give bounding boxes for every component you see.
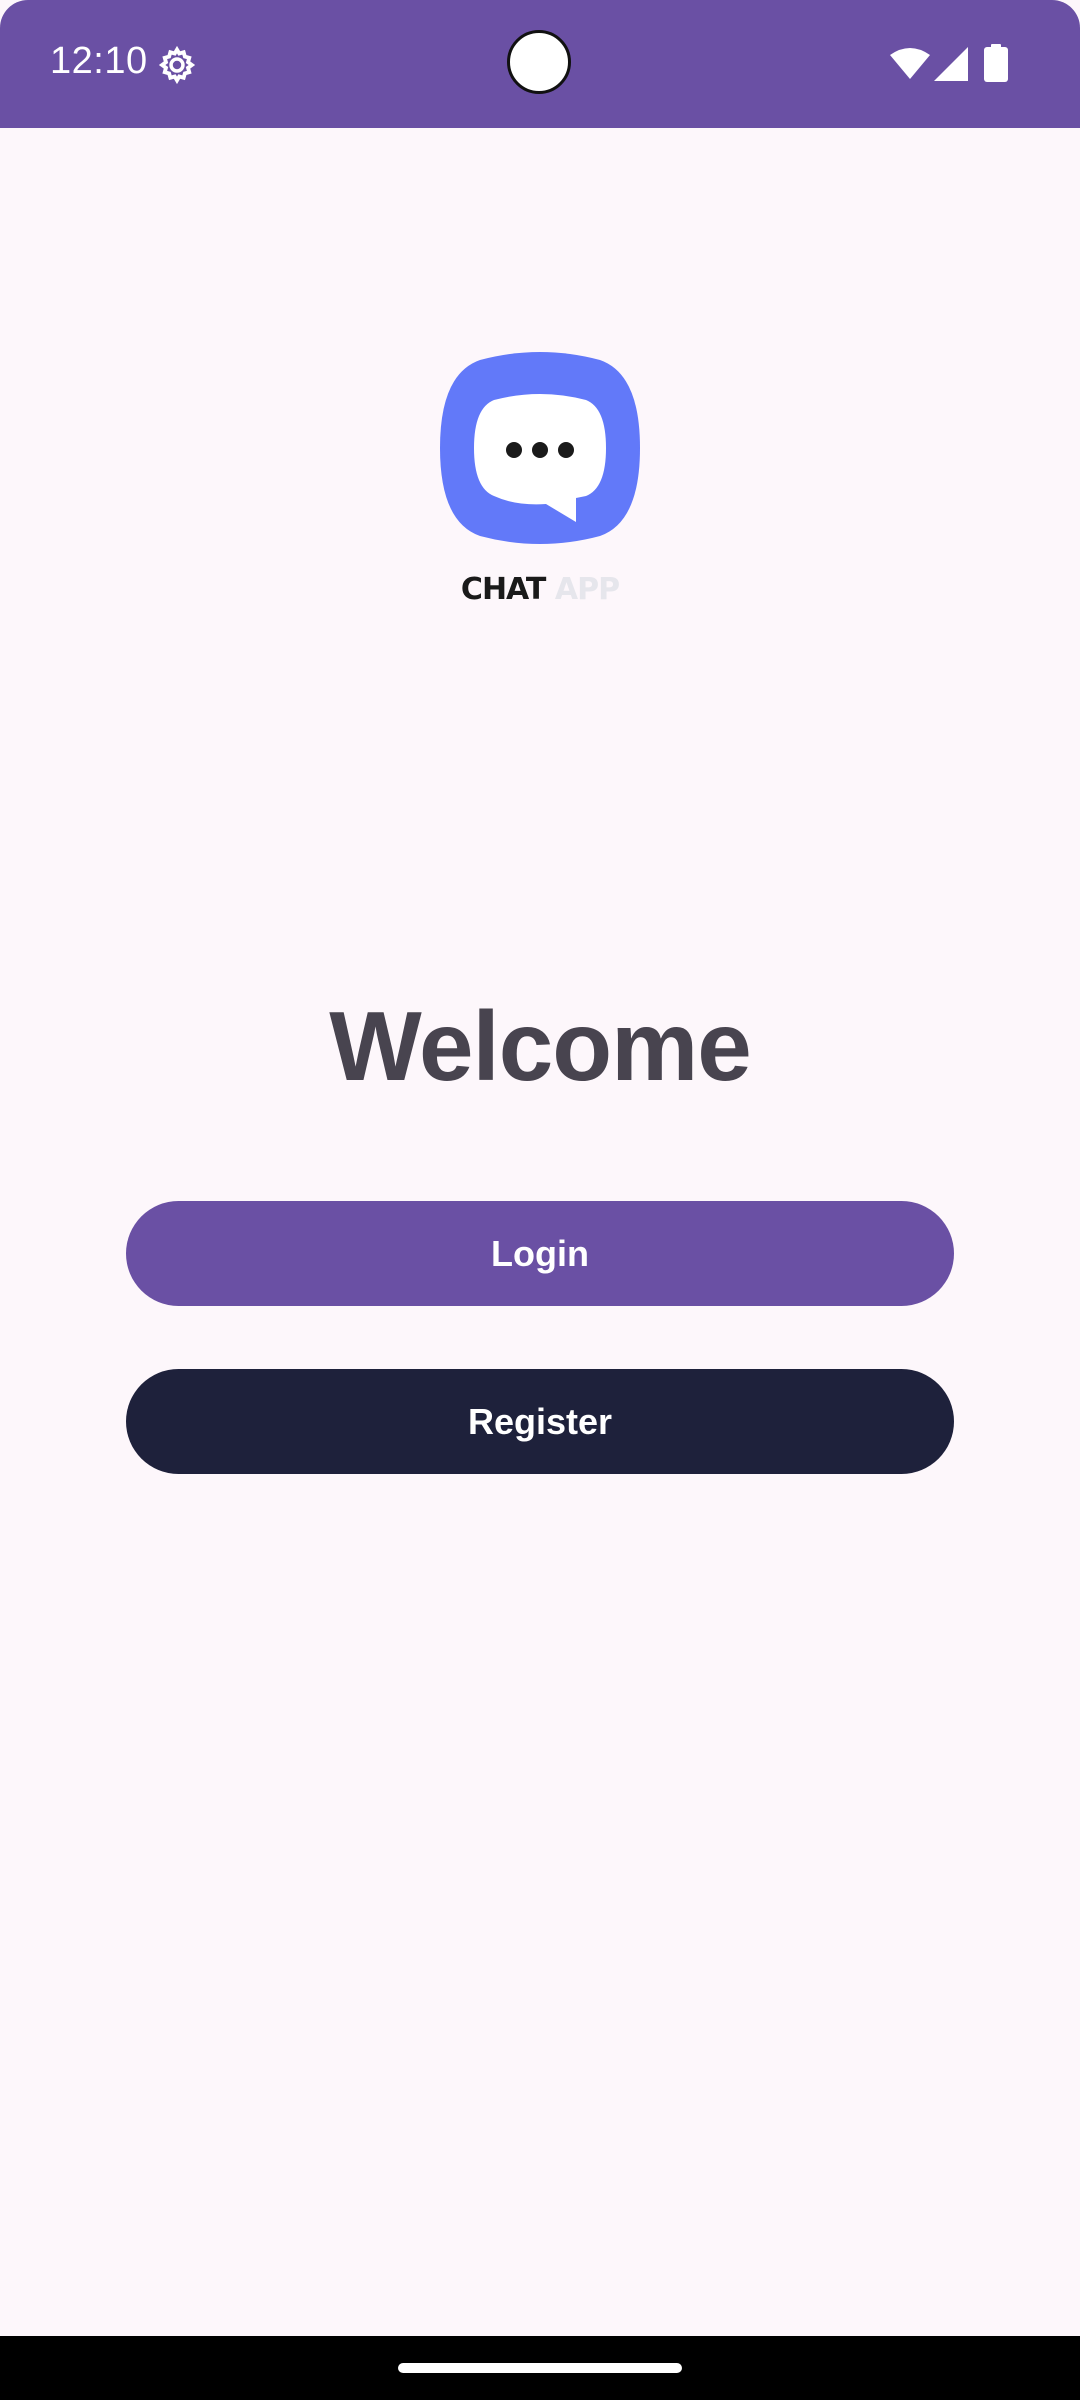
wifi-icon bbox=[890, 48, 930, 79]
app-logo: CHAT APP bbox=[436, 352, 644, 612]
status-time: 12:10 bbox=[50, 40, 148, 82]
logo-word-app: APP bbox=[554, 572, 620, 607]
register-button[interactable]: Register bbox=[126, 1369, 954, 1474]
login-button[interactable]: Login bbox=[126, 1201, 954, 1306]
logo-wordmark: CHAT APP bbox=[436, 572, 644, 607]
home-indicator[interactable] bbox=[398, 2363, 682, 2373]
status-bar: 12:10 bbox=[0, 0, 1080, 128]
battery-icon bbox=[984, 44, 1008, 82]
settings-icon bbox=[158, 45, 196, 85]
welcome-title: Welcome bbox=[329, 991, 751, 1101]
chat-bubble-icon bbox=[440, 352, 640, 544]
front-camera bbox=[507, 30, 571, 94]
cellular-signal-icon bbox=[934, 47, 968, 81]
logo-word-chat: CHAT bbox=[460, 572, 546, 607]
